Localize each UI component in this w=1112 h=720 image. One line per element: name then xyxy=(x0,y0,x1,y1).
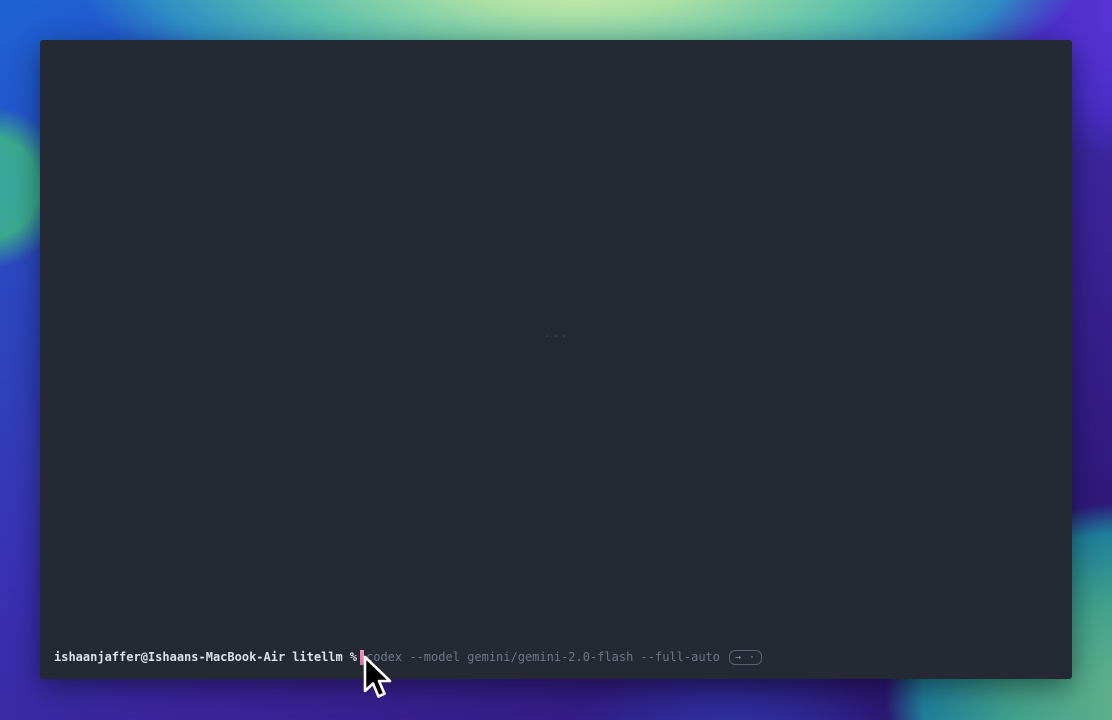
terminal-faint-ellipsis: ... xyxy=(544,326,569,340)
prompt-directory: litellm xyxy=(292,649,343,665)
command-prompt-line[interactable]: ishaanjaffer@Ishaans-MacBook-Air litellm%… xyxy=(54,649,1058,665)
text-cursor-caret xyxy=(360,650,364,665)
prompt-symbol: % xyxy=(350,649,357,665)
desktop: { "terminal": { "prompt": { "user_host":… xyxy=(0,0,1112,720)
terminal-window[interactable]: ... ishaanjaffer@Ishaans-MacBook-Air lite… xyxy=(40,40,1072,679)
prompt-user-host: ishaanjaffer@Ishaans-MacBook-Air xyxy=(54,649,285,665)
tab-accept-hint-badge: → · xyxy=(729,650,762,665)
autosuggestion-text: codex --model gemini/gemini-2.0-flash --… xyxy=(366,649,720,665)
